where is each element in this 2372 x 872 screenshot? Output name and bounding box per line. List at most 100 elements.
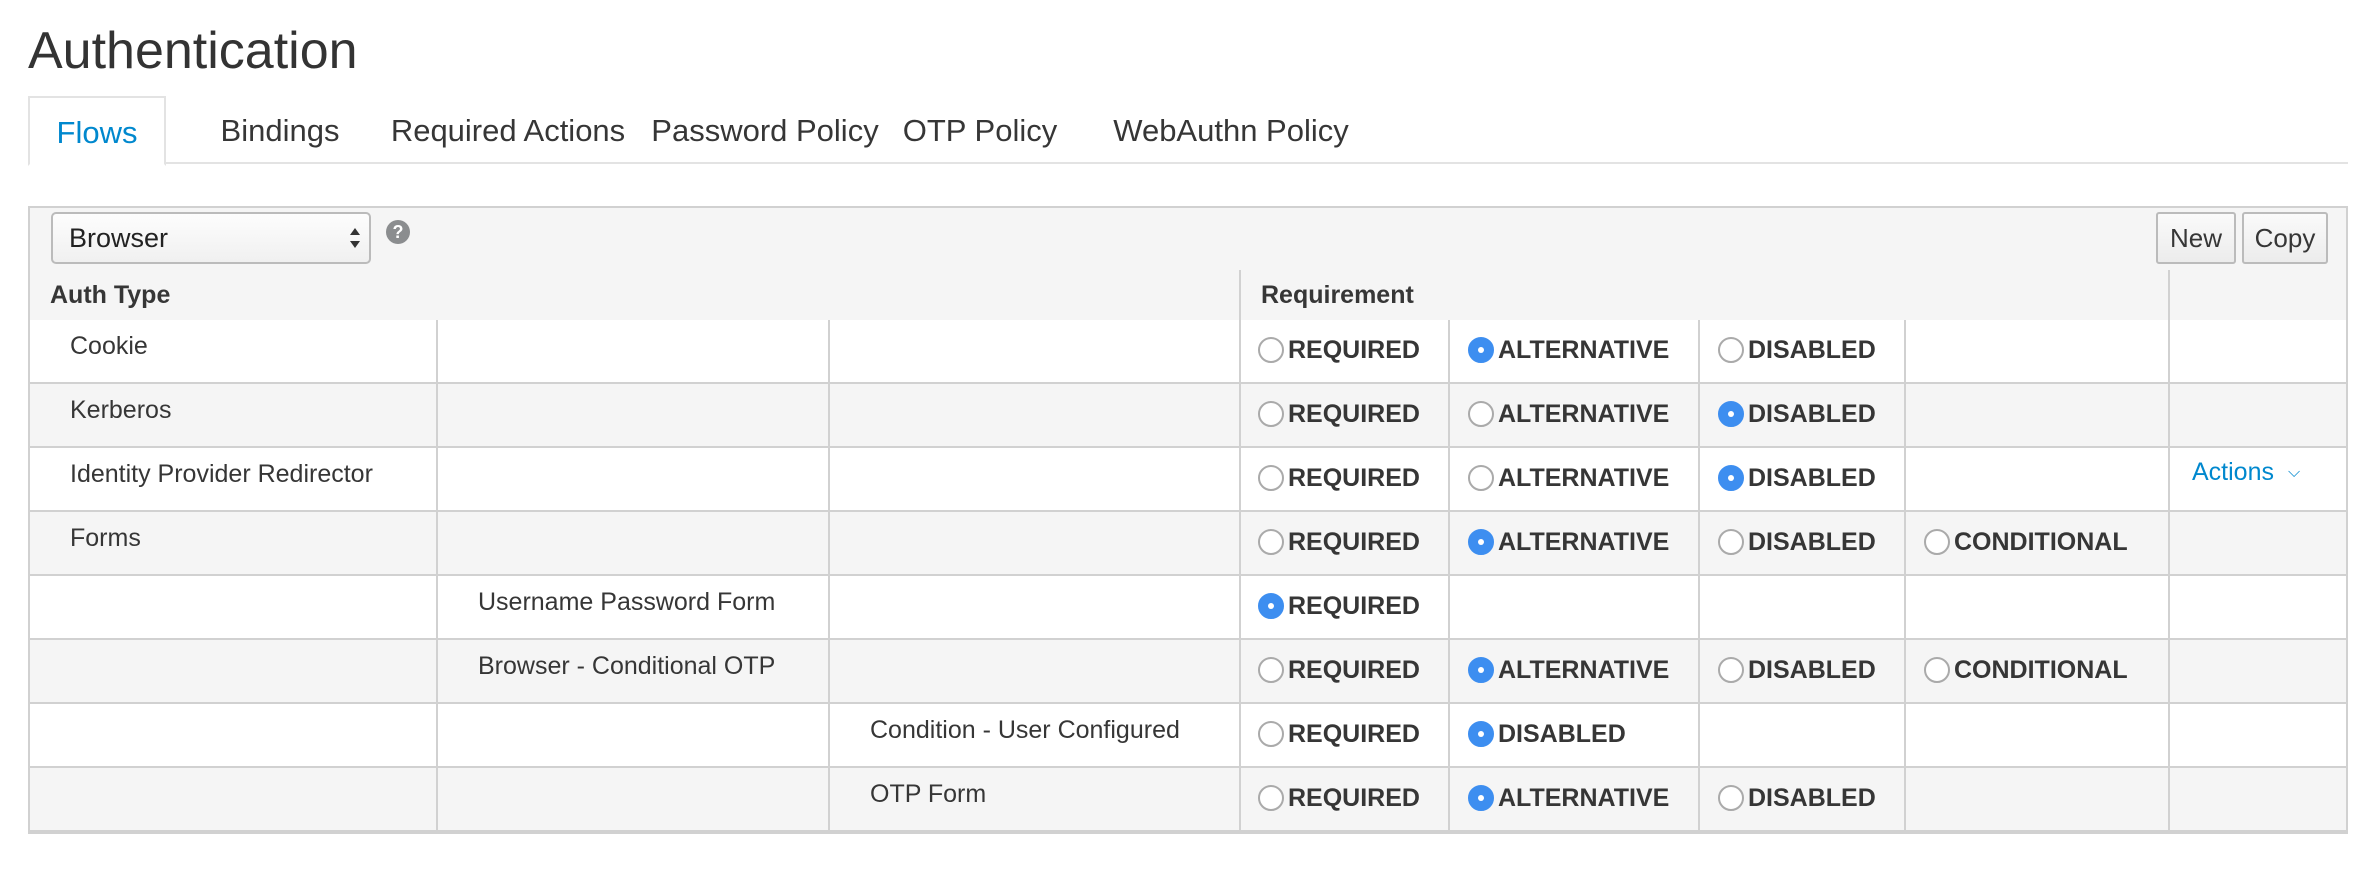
select-arrows-icon [350, 228, 360, 248]
radio-empty-icon[interactable] [1924, 529, 1950, 555]
header-auth-type: Auth Type [50, 281, 171, 309]
requirement-option-disabled[interactable]: DISABLED [1718, 334, 1876, 366]
auth-type-name: Cookie [70, 332, 148, 360]
radio-selected-icon[interactable] [1468, 657, 1494, 683]
requirement-option-label: REQUIRED [1288, 655, 1420, 684]
tab-webauthn-policy[interactable]: WebAuthn Policy [1108, 96, 1354, 164]
radio-empty-icon[interactable] [1468, 401, 1494, 427]
radio-selected-icon[interactable] [1258, 593, 1284, 619]
requirement-option-conditional[interactable]: CONDITIONAL [1924, 526, 2128, 558]
requirement-option-label: DISABLED [1748, 335, 1876, 364]
chevron-down-icon: ⌵ [2287, 464, 2301, 481]
requirement-option-disabled[interactable]: DISABLED [1718, 462, 1876, 494]
radio-empty-icon[interactable] [1258, 401, 1284, 427]
tab-otp-policy[interactable]: OTP Policy [898, 96, 1062, 164]
requirement-option-disabled[interactable]: DISABLED [1718, 654, 1876, 686]
requirement-option-required[interactable]: REQUIRED [1258, 526, 1420, 558]
actions-dropdown[interactable]: Actions ⌵ [2192, 458, 2300, 487]
requirement-option-alternative[interactable]: ALTERNATIVE [1468, 462, 1669, 494]
requirement-option-disabled[interactable]: DISABLED [1718, 782, 1876, 814]
radio-empty-icon[interactable] [1468, 465, 1494, 491]
requirement-option-disabled[interactable]: DISABLED [1718, 526, 1876, 558]
tab-bar: Flows Bindings Required Actions Password… [28, 96, 2348, 166]
header-requirement: Requirement [1261, 281, 1414, 309]
auth-type-name: OTP Form [870, 780, 987, 808]
radio-empty-icon[interactable] [1718, 337, 1744, 363]
actions-label: Actions [2192, 458, 2274, 486]
auth-type-name: Username Password Form [478, 588, 776, 616]
requirement-option-required[interactable]: REQUIRED [1258, 462, 1420, 494]
requirement-option-label: DISABLED [1498, 719, 1626, 748]
radio-empty-icon[interactable] [1258, 465, 1284, 491]
auth-type-name: Forms [70, 524, 141, 552]
table-row: Identity Provider Redirector REQUIRED ALTE… [30, 448, 2346, 512]
requirement-option-label: DISABLED [1748, 399, 1876, 428]
requirement-option-required[interactable]: REQUIRED [1258, 398, 1420, 430]
radio-empty-icon[interactable] [1924, 657, 1950, 683]
radio-empty-icon[interactable] [1258, 657, 1284, 683]
page-title: Authentication [28, 22, 358, 80]
table-row: Username Password Form REQUIRED [30, 576, 2346, 640]
tab-flows[interactable]: Flows [28, 96, 166, 166]
requirement-option-label: REQUIRED [1288, 783, 1420, 812]
requirement-option-conditional[interactable]: CONDITIONAL [1924, 654, 2128, 686]
table-row: OTP Form REQUIRED ALTERNATIVE DISABLED [30, 768, 2346, 832]
auth-type-name: Kerberos [70, 396, 172, 424]
requirement-option-label: ALTERNATIVE [1498, 527, 1670, 556]
requirement-option-label: REQUIRED [1288, 463, 1420, 492]
requirement-option-required[interactable]: REQUIRED [1258, 718, 1420, 750]
flows-panel: Browser ? New Copy Auth Type Requirement… [28, 206, 2348, 834]
radio-empty-icon[interactable] [1718, 657, 1744, 683]
requirement-option-label: CONDITIONAL [1954, 527, 2128, 556]
requirement-option-label: DISABLED [1748, 527, 1876, 556]
requirement-option-disabled[interactable]: DISABLED [1718, 398, 1876, 430]
new-button[interactable]: New [2156, 212, 2236, 264]
requirement-option-disabled[interactable]: DISABLED [1468, 718, 1626, 750]
copy-button[interactable]: Copy [2242, 212, 2328, 264]
radio-empty-icon[interactable] [1718, 529, 1744, 555]
question-circle-icon[interactable]: ? [386, 220, 410, 244]
requirement-option-label: REQUIRED [1288, 399, 1420, 428]
requirement-option-alternative[interactable]: ALTERNATIVE [1468, 398, 1669, 430]
radio-selected-icon[interactable] [1718, 465, 1744, 491]
requirement-option-alternative[interactable]: ALTERNATIVE [1468, 782, 1669, 814]
radio-empty-icon[interactable] [1258, 529, 1284, 555]
radio-empty-icon[interactable] [1718, 785, 1744, 811]
flow-toolbar: Browser ? New Copy [30, 208, 2346, 272]
auth-type-name: Condition - User Configured [870, 716, 1180, 744]
auth-type-name: Identity Provider Redirector [70, 460, 373, 488]
radio-selected-icon[interactable] [1468, 337, 1494, 363]
requirement-option-label: REQUIRED [1288, 719, 1420, 748]
tab-required-actions[interactable]: Required Actions [380, 96, 636, 164]
table-row: Forms REQUIRED ALTERNATIVE DISABLED CONDITIO… [30, 512, 2346, 576]
table-row: Kerberos REQUIRED ALTERNATIVE DISABLED [30, 384, 2346, 448]
table-header: Auth Type Requirement [30, 270, 2346, 322]
table-row: Browser - Conditional OTP REQUIRED ALTERNA… [30, 640, 2346, 704]
requirement-option-label: DISABLED [1748, 463, 1876, 492]
radio-empty-icon[interactable] [1258, 721, 1284, 747]
auth-type-name: Browser - Conditional OTP [478, 652, 776, 680]
radio-selected-icon[interactable] [1468, 785, 1494, 811]
radio-selected-icon[interactable] [1718, 401, 1744, 427]
requirement-option-label: REQUIRED [1288, 335, 1420, 364]
requirement-option-required[interactable]: REQUIRED [1258, 590, 1420, 622]
flow-select[interactable]: Browser [51, 212, 371, 264]
radio-selected-icon[interactable] [1468, 721, 1494, 747]
requirement-option-alternative[interactable]: ALTERNATIVE [1468, 654, 1669, 686]
radio-empty-icon[interactable] [1258, 785, 1284, 811]
requirement-option-alternative[interactable]: ALTERNATIVE [1468, 526, 1669, 558]
requirement-option-label: ALTERNATIVE [1498, 463, 1670, 492]
radio-empty-icon[interactable] [1258, 337, 1284, 363]
requirement-option-label: REQUIRED [1288, 527, 1420, 556]
requirement-option-label: DISABLED [1748, 655, 1876, 684]
requirement-option-required[interactable]: REQUIRED [1258, 654, 1420, 686]
tab-bindings[interactable]: Bindings [190, 96, 370, 164]
requirement-option-required[interactable]: REQUIRED [1258, 334, 1420, 366]
tab-password-policy[interactable]: Password Policy [644, 96, 886, 164]
requirement-option-alternative[interactable]: ALTERNATIVE [1468, 334, 1669, 366]
requirement-option-label: ALTERNATIVE [1498, 335, 1670, 364]
requirement-option-required[interactable]: REQUIRED [1258, 782, 1420, 814]
requirement-option-label: CONDITIONAL [1954, 655, 2128, 684]
requirement-option-label: DISABLED [1748, 783, 1876, 812]
radio-selected-icon[interactable] [1468, 529, 1494, 555]
